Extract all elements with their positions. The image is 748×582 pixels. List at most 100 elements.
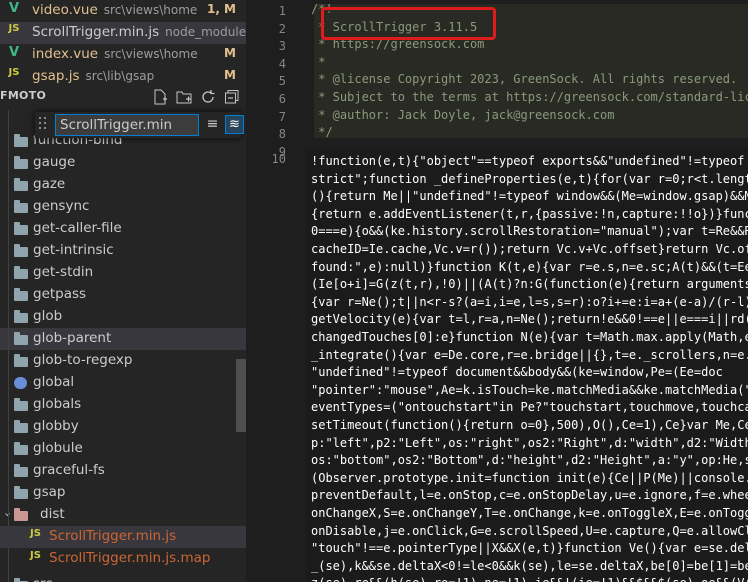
code-line: _(se),k&&se.deltaX<0!=le<0&&k(se),le=se.… xyxy=(311,558,748,573)
js-file-icon: JS xyxy=(30,550,41,561)
tree-item-label: dist xyxy=(40,506,65,522)
code-line: "touch"!==e.pointerType||X&&X(e,t)}funct… xyxy=(311,541,748,556)
tree-item-label: globule xyxy=(33,440,83,456)
folder-icon xyxy=(14,442,28,455)
folder-open-icon xyxy=(14,508,28,521)
open-editor-name: gsap.js src\lib\gsap xyxy=(32,68,155,84)
comment-line: */ xyxy=(311,125,333,140)
find-input[interactable]: ScrollTrigger.min xyxy=(55,114,199,136)
special-folder-icon xyxy=(14,377,27,389)
open-editor-item[interactable]: JS ScrollTrigger.min.jsnode_modules\g... xyxy=(0,22,246,44)
git-status-badge: 1, M xyxy=(206,2,236,16)
code-line: (Ie[o+i]=G(z(t,r),!0)||(A(t)?n:G(functio… xyxy=(311,277,748,292)
sidebar-scrollbar[interactable] xyxy=(236,359,246,432)
tree-item-gaze[interactable]: gaze xyxy=(0,174,246,196)
code-editor[interactable]: 1 2 3 4 5 6 7 8 9 10 /*! * ScrollTrigger 3.11.5 *… xyxy=(246,0,748,582)
line-number: 8 xyxy=(278,127,286,142)
open-editor-name: video.vue src\views\home xyxy=(32,2,198,18)
fuzzy-match-icon[interactable]: ≋ xyxy=(225,115,244,134)
folder-icon xyxy=(14,156,28,169)
tree-item-glob[interactable]: glob xyxy=(0,306,246,328)
js-file-icon: JS xyxy=(30,528,41,539)
tree-item-label: gaze xyxy=(33,176,66,192)
tree-item-glob-to-regexp[interactable]: glob-to-regexp xyxy=(0,350,246,372)
open-editor-item[interactable]: Vvideo.vue src\views\home 1, M xyxy=(0,0,246,22)
code-line: 0===e){o&&(ke.history.scrollRestoration=… xyxy=(311,224,748,239)
code-line: strict";function _defineProperties(e,t){… xyxy=(311,171,748,186)
open-editor-path: src\views\home xyxy=(103,3,198,17)
comment-line: * @author: Jack Doyle, jack@greensock.co… xyxy=(311,107,615,122)
line-number: 2 xyxy=(278,21,286,36)
code-line: found:",e):null)}function K(t,e){var r=e… xyxy=(311,259,748,274)
code-line: p:"left",p2:"Left",os:"right",os2:"Right… xyxy=(311,435,748,450)
filter-icon[interactable]: ≡ xyxy=(204,116,221,133)
tree-item-src[interactable]: src xyxy=(0,574,246,582)
find-drag-handle[interactable] xyxy=(39,117,49,131)
line-number: 1 xyxy=(278,4,286,18)
tree-item-label: gauge xyxy=(33,154,76,170)
tree-item-label: gensync xyxy=(33,198,90,214)
open-editor-item[interactable]: Vindex.vue src\views\home M xyxy=(0,44,246,66)
code-line: (Observer.prototype.init=function init(e… xyxy=(311,470,748,485)
tree-item-label: global xyxy=(33,374,75,390)
tree-item-gsap[interactable]: gsap xyxy=(0,482,246,504)
open-editor-item[interactable]: JS gsap.js src\lib\gsap M xyxy=(0,66,246,88)
version-highlight-box xyxy=(321,7,496,40)
tree-item-global[interactable]: global xyxy=(0,372,246,394)
tree-item-graceful-fs[interactable]: graceful-fs xyxy=(0,460,246,482)
tree-item-get-stdin[interactable]: get-stdin xyxy=(0,262,246,284)
tree-item-label: get-intrinsic xyxy=(33,242,114,258)
find-query-text: ScrollTrigger.min xyxy=(60,117,173,133)
code-line: setTimeout(function(){return o=0},500),O… xyxy=(311,418,748,432)
tree-item-label: glob xyxy=(33,308,63,324)
new-folder-icon[interactable] xyxy=(176,89,192,105)
tree-item-glob-parent[interactable]: glob-parent xyxy=(0,328,246,350)
open-editor-name: ScrollTrigger.min.jsnode_modules\g... xyxy=(32,24,246,40)
tree-item-globby[interactable]: globby xyxy=(0,416,246,438)
file-item[interactable]: JS ScrollTrigger.min.js.map xyxy=(0,548,246,570)
comment-line: * @license Copyright 2023, GreenSock. Al… xyxy=(311,72,738,87)
file-item-label: ScrollTrigger.min.js xyxy=(49,528,177,544)
tree-item-label: getpass xyxy=(33,286,87,302)
code-line: cacheID=Ie.cache,Vc.v=r());return Vc.v+V… xyxy=(311,242,748,256)
tree-item-label: get-caller-file xyxy=(33,220,122,236)
line-number: 7 xyxy=(278,109,286,124)
folder-icon xyxy=(14,222,28,235)
tree-item-gauge[interactable]: gauge xyxy=(0,152,246,174)
tree-item-globule[interactable]: globule xyxy=(0,438,246,460)
new-file-icon[interactable] xyxy=(152,89,168,105)
file-item-label: ScrollTrigger.min.js.map xyxy=(49,550,211,566)
tree-item-get-caller-file[interactable]: get-caller-file xyxy=(0,218,246,240)
tree-item-get-intrinsic[interactable]: get-intrinsic xyxy=(0,240,246,262)
folder-icon xyxy=(14,332,28,345)
code-line: _integrate(){var e=De.core,r=e.bridge||{… xyxy=(311,347,748,362)
tree-item-globals[interactable]: globals xyxy=(0,394,246,416)
code-line: (){return Me||"undefined"!=typeof window… xyxy=(311,189,748,204)
folder-icon xyxy=(14,398,28,411)
file-item[interactable]: JS ScrollTrigger.min.js xyxy=(0,526,246,548)
project-header[interactable]: FMOTO xyxy=(0,86,246,110)
folder-icon xyxy=(14,200,28,213)
folder-icon xyxy=(14,420,28,433)
code-line: changedTouches[0]:e}function N(e){var t=… xyxy=(311,330,748,344)
open-editor-path: node_modules\g... xyxy=(165,25,246,39)
comment-line: * xyxy=(311,54,326,69)
tree-item-label: src xyxy=(33,576,53,582)
folder-icon xyxy=(14,134,28,147)
refresh-icon[interactable] xyxy=(200,89,216,105)
folder-icon xyxy=(14,310,28,323)
comment-line: * Subject to the terms at https://greens… xyxy=(311,90,748,104)
code-line: "undefined"!=typeof document&&body&&(ke=… xyxy=(311,365,723,380)
tree-item-gensync[interactable]: gensync xyxy=(0,196,246,218)
tree-item-getpass[interactable]: getpass xyxy=(0,284,246,306)
code-line: os:"bottom",os2:"Bottom",d:"height",d2:"… xyxy=(311,453,748,468)
line-number: 10 xyxy=(271,152,286,166)
tree-item-label: glob-parent xyxy=(33,330,112,346)
line-number: 3 xyxy=(278,39,286,54)
open-editor-path: src\views\home xyxy=(104,47,198,61)
line-number: 6 xyxy=(278,92,286,106)
collapse-all-icon[interactable] xyxy=(224,89,240,105)
git-status-badge: M xyxy=(224,68,236,82)
folder-icon xyxy=(14,354,28,367)
tree-item-dist[interactable]: ⌄dist xyxy=(0,504,246,526)
